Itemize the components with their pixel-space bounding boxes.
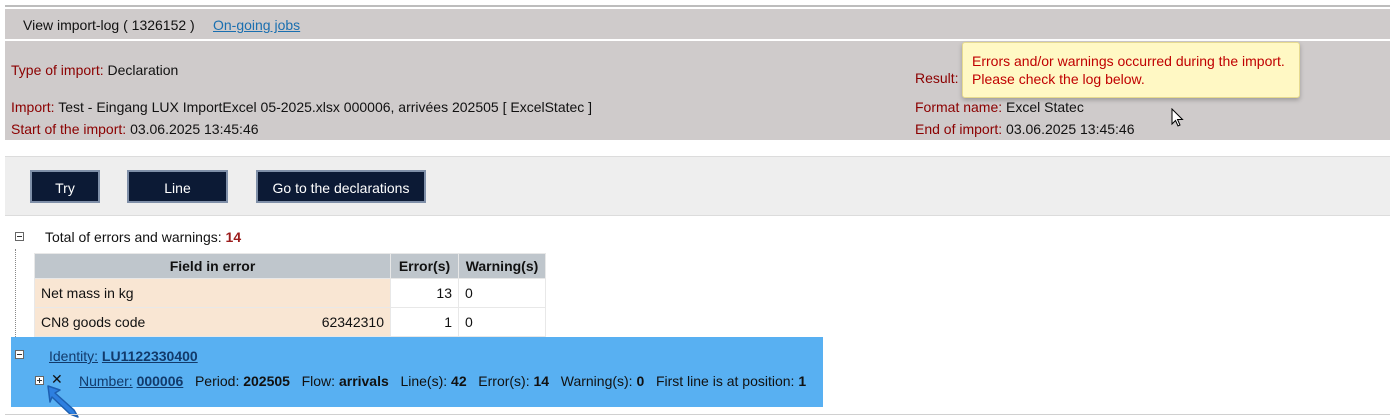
first-line-value: 1: [798, 373, 807, 389]
tooltip-line-2: Please check the log below.: [972, 71, 1145, 87]
total-label: Total of errors and warnings:: [45, 229, 222, 245]
table-row: CN8 goods code 62342310 1 0: [34, 307, 546, 337]
import-name: Import: Test - Eingang LUX ImportExcel 0…: [11, 99, 592, 115]
errors-label: Error(s):: [478, 373, 530, 389]
mouse-cursor-icon: [1171, 108, 1184, 127]
warnings-value: 0: [636, 373, 645, 389]
tree-connector: [15, 249, 17, 337]
total-value: 14: [225, 229, 242, 245]
collapse-identity-icon[interactable]: [15, 350, 24, 359]
identity-value-link[interactable]: LU1122330400: [102, 348, 198, 364]
collapse-summary-icon[interactable]: [15, 232, 24, 241]
lines-label: Line(s):: [400, 373, 448, 389]
tab-view-import-log[interactable]: View import-log ( 1326152 ): [13, 14, 205, 36]
table-header-row: Field in error Error(s) Warning(s): [34, 253, 546, 279]
warnings-label: Warning(s):: [560, 373, 633, 389]
number-value-link[interactable]: 000006: [137, 373, 184, 389]
expand-number-icon[interactable]: [35, 376, 44, 385]
result-label: Result:: [915, 70, 959, 86]
errors-cell: 13: [390, 278, 459, 308]
import-value: Test - Eingang LUX ImportExcel 05-2025.x…: [58, 99, 593, 115]
header-warnings: Warning(s): [458, 253, 546, 279]
period-value: 202505: [243, 373, 290, 389]
table-row: Net mass in kg 13 0: [34, 278, 546, 308]
tooltip-line-1: Errors and/or warnings occurred during t…: [972, 53, 1285, 69]
field-name: Net mass in kg: [41, 285, 134, 301]
field-code: 62342310: [321, 314, 384, 330]
bottom-divider: [5, 414, 1390, 415]
identity-line: Identity: LU1122330400: [49, 348, 198, 364]
flow-value: arrivals: [338, 373, 389, 389]
start-label: Start of the import:: [11, 121, 127, 137]
errors-cell: 1: [390, 307, 459, 337]
type-value: Declaration: [107, 62, 179, 78]
lines-value: 42: [451, 373, 467, 389]
format-name: Format name: Excel Statec: [915, 99, 1084, 115]
tab-bar: View import-log ( 1326152 ) On-going job…: [5, 9, 1390, 39]
period-label: Period:: [194, 373, 240, 389]
flow-label: Flow:: [301, 373, 336, 389]
header-field-in-error: Field in error: [34, 253, 391, 279]
errors-value: 14: [533, 373, 550, 389]
warnings-cell: 0: [458, 278, 546, 308]
identity-label-link[interactable]: Identity:: [49, 348, 98, 364]
errors-table: Field in error Error(s) Warning(s) Net m…: [34, 253, 546, 337]
end-label: End of import:: [915, 121, 1003, 137]
import-label: Import:: [11, 99, 55, 115]
format-value: Excel Statec: [1006, 99, 1084, 115]
result-tooltip: Errors and/or warnings occurred during t…: [962, 42, 1300, 98]
start-of-import: Start of the import: 03.06.2025 13:45:46: [11, 121, 259, 137]
format-label: Format name:: [915, 99, 1003, 115]
first-line-label: First line is at position:: [655, 373, 795, 389]
identity-section: Identity: LU1122330400 ✕ Number: 000006 …: [11, 337, 823, 407]
field-cell: Net mass in kg: [34, 278, 391, 308]
top-divider: [5, 5, 1390, 7]
tab-ongoing-jobs-link[interactable]: On-going jobs: [213, 14, 300, 36]
field-cell: CN8 goods code 62342310: [34, 307, 391, 337]
end-of-import: End of import: 03.06.2025 13:45:46: [915, 121, 1135, 137]
action-toolbar: Try again Line Overview Go to the declar…: [5, 156, 1390, 229]
try-again-button[interactable]: Try again: [30, 170, 100, 229]
go-to-declarations-list-button[interactable]: Go to the declarations list: [256, 170, 426, 229]
type-of-import: Type of import: Declaration: [11, 62, 178, 78]
type-label: Type of import:: [11, 62, 104, 78]
result: Result:: [915, 70, 959, 86]
start-value: 03.06.2025 13:45:46: [130, 121, 259, 137]
end-value: 03.06.2025 13:45:46: [1006, 121, 1135, 137]
declaration-line: Number: 000006 Period: 202505 Flow: arri…: [79, 373, 806, 389]
header-errors: Error(s): [390, 253, 459, 279]
total-errors-warnings: Total of errors and warnings: 14: [45, 229, 241, 245]
field-name: CN8 goods code: [41, 314, 146, 330]
line-overview-button[interactable]: Line Overview: [127, 170, 228, 229]
warnings-cell: 0: [458, 307, 546, 337]
